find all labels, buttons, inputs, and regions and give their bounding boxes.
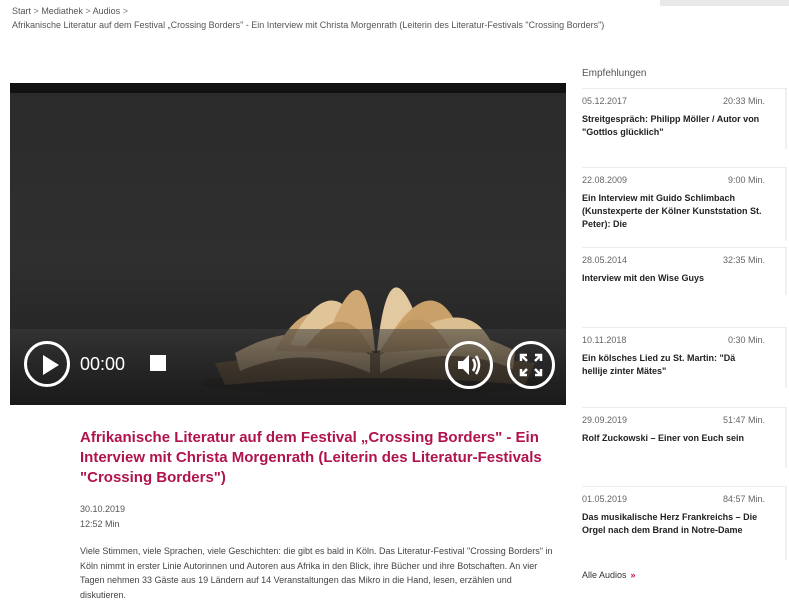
article-body: Viele Stimmen, viele Sprachen, viele Ges… (80, 546, 553, 600)
time-display: 00:00 (80, 354, 126, 374)
rec-duration: 9:00 Min. (727, 175, 765, 185)
top-strip (660, 0, 789, 6)
rec-date: 01.05.2019 (582, 494, 628, 504)
breadcrumb: Start > Mediathek > Audios > (12, 6, 128, 16)
all-audios-label: Alle Audios (582, 570, 627, 580)
rec-date: 28.05.2014 (582, 255, 628, 265)
rec-title[interactable]: Das musikalische Herz Frankreichs – Die … (582, 511, 762, 550)
rec-duration: 32:35 Min. (722, 255, 765, 265)
breadcrumb-separator: > (85, 6, 91, 16)
recommendation-item[interactable]: 10.11.2018 0:30 Min. Ein kölsches Lied zu… (582, 327, 787, 388)
fullscreen-icon (519, 353, 543, 377)
rec-title[interactable]: Interview mit den Wise Guys (582, 272, 762, 285)
rec-date: 10.11.2018 (582, 335, 627, 345)
rec-date: 29.09.2019 (582, 415, 628, 425)
play-button[interactable] (24, 341, 70, 387)
all-audios-link[interactable]: Alle Audios» (582, 570, 636, 580)
rec-date: 05.12.2017 (582, 96, 628, 106)
chevron-right-icon: » (630, 570, 636, 580)
breadcrumb-separator: > (122, 6, 128, 16)
video-player[interactable]: 00:00 (10, 83, 566, 405)
rec-duration: 0:30 Min. (727, 335, 765, 345)
player-controls: 00:00 (10, 329, 566, 405)
fullscreen-button[interactable] (507, 341, 555, 389)
recommendation-item[interactable]: 22.08.2009 9:00 Min. Ein Interview mit Gu… (582, 167, 787, 241)
recommendations-heading: Empfehlungen (582, 68, 647, 79)
article-duration: 12:52 Min (80, 519, 120, 529)
rec-title[interactable]: Rolf Zuckowski – Einer von Euch sein (582, 432, 762, 458)
rec-duration: 20:33 Min. (722, 96, 765, 106)
article-date: 30.10.2019 (80, 504, 126, 514)
recommendation-item[interactable]: 05.12.2017 20:33 Min. Streitgespräch: Phi… (582, 88, 787, 149)
progress-handle[interactable] (150, 355, 166, 371)
rec-date: 22.08.2009 (582, 175, 628, 185)
breadcrumb-current: Afrikanische Literatur auf dem Festival … (12, 20, 605, 30)
rec-title[interactable]: Ein kölsches Lied zu St. Martin: "Dä hel… (582, 352, 762, 378)
recommendation-item[interactable]: 28.05.2014 32:35 Min. Interview mit den W… (582, 247, 787, 295)
recommendation-item[interactable]: 01.05.2019 84:57 Min. Das musikalische He… (582, 486, 787, 560)
breadcrumb-audios[interactable]: Audios (93, 6, 121, 16)
breadcrumb-separator: > (33, 6, 39, 16)
rec-title[interactable]: Streitgespräch: Philipp Möller / Autor v… (582, 113, 762, 139)
rec-duration: 84:57 Min. (722, 494, 765, 504)
recommendation-item[interactable]: 29.09.2019 51:47 Min. Rolf Zuckowski – Ei… (582, 407, 787, 468)
volume-icon (458, 355, 481, 375)
rec-duration: 51:47 Min. (722, 415, 765, 425)
breadcrumb-start[interactable]: Start (12, 6, 31, 16)
volume-button[interactable] (445, 341, 493, 389)
article-title: Afrikanische Literatur auf dem Festival … (80, 429, 542, 486)
breadcrumb-mediathek[interactable]: Mediathek (41, 6, 83, 16)
rec-title[interactable]: Ein Interview mit Guido Schlimbach (Kuns… (582, 192, 762, 231)
